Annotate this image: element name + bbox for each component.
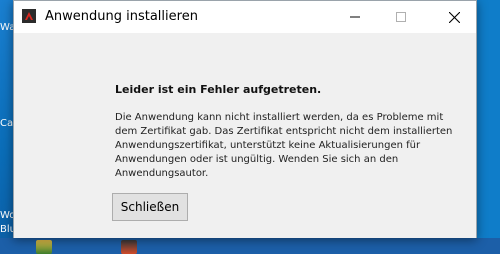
- minimize-button[interactable]: [332, 1, 378, 33]
- app-logo-icon: [22, 9, 36, 23]
- minimize-icon: [350, 16, 360, 18]
- install-error-dialog: Anwendung installieren Leider ist ein Fe…: [13, 0, 477, 238]
- dialog-content: Leider ist ein Fehler aufgetreten. Die A…: [14, 33, 476, 238]
- taskbar-app-icon[interactable]: [36, 240, 52, 254]
- close-dialog-button[interactable]: Schließen: [112, 193, 188, 221]
- close-button[interactable]: [431, 1, 477, 33]
- error-message: Die Anwendung kann nicht installiert wer…: [115, 112, 453, 179]
- taskbar: [0, 238, 500, 254]
- maximize-button[interactable]: [378, 1, 424, 33]
- window-title: Anwendung installieren: [45, 9, 198, 24]
- close-icon: [448, 11, 460, 23]
- desktop-icon-label[interactable]: Ca: [0, 118, 13, 129]
- taskbar-app-icon[interactable]: [121, 240, 137, 254]
- title-bar[interactable]: Anwendung installieren: [14, 1, 476, 33]
- error-headline: Leider ist ein Fehler aufgetreten.: [115, 83, 322, 96]
- maximize-icon: [396, 12, 406, 22]
